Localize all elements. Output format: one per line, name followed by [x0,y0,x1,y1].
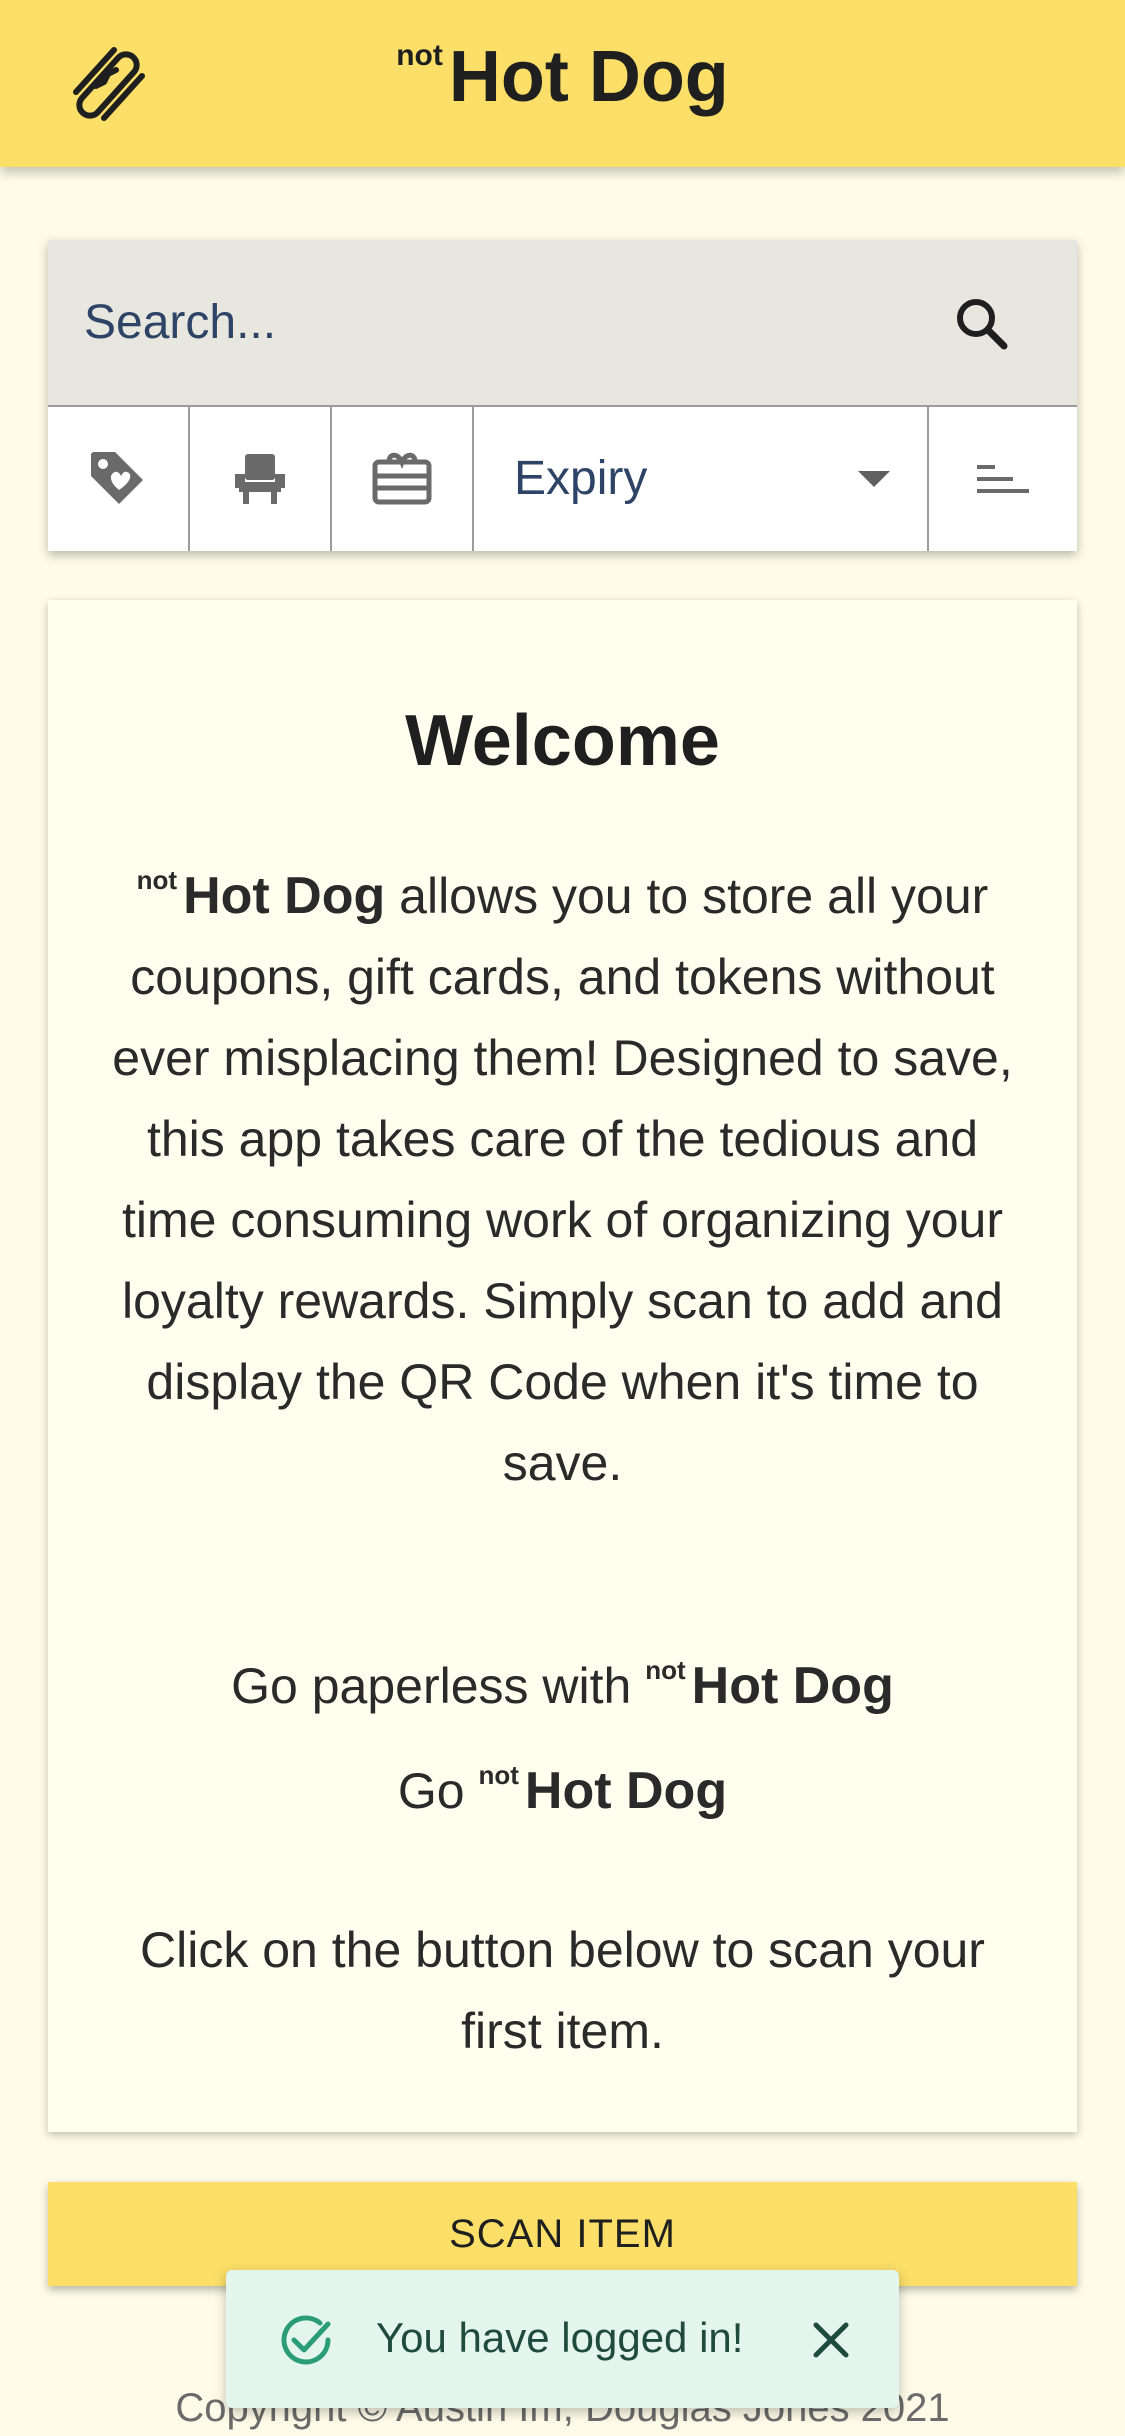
app-bar: notHot Dog [0,0,1125,167]
brand-prefix: not [645,1655,686,1685]
tag-heart-icon [91,452,143,504]
paperless-text: Go paperless with [231,1658,646,1714]
filter-tokens-button[interactable] [190,407,332,551]
intro-text: allows you to store all your coupons, gi… [112,868,1013,1491]
paperless-line: Go paperless with not Hot Dog [48,1655,1077,1716]
search-input[interactable] [84,290,944,354]
sort-select[interactable]: Expiry [474,407,929,551]
inline-brand: not Hot Dog [478,1760,728,1820]
gift-card-icon [372,452,432,505]
chevron-down-icon [858,471,890,487]
toast-message: You have logged in! [376,2314,744,2361]
login-toast: You have logged in! [226,2270,899,2408]
sort-order-button[interactable] [929,407,1077,551]
brand-name: Hot Dog [691,1657,894,1715]
go-text: Go [397,1763,479,1819]
welcome-title: Welcome [405,701,720,781]
search-icon[interactable] [948,290,1018,360]
welcome-intro: not Hot Dog allows you to store all your … [100,840,1025,1504]
close-icon[interactable] [806,2315,856,2365]
search-bar [48,240,1077,407]
search-filter-card: Expiry [48,240,1077,551]
brand-prefix: not [396,39,443,72]
filter-gift-cards-button[interactable] [332,407,474,551]
brand-prefix: not [478,1760,519,1790]
check-circle-icon [281,2315,331,2365]
filter-bar: Expiry [48,407,1077,551]
sort-value: Expiry [514,452,648,505]
filter-coupons-button[interactable] [48,407,190,551]
brand-name: Hot Dog [448,37,729,117]
brand-prefix: not [136,865,178,895]
welcome-card: Welcome not Hot Dog allows you to store a… [48,600,1077,2132]
cta-text: Click on the button below to scan your f… [140,1922,985,2059]
go-line: Go not Hot Dog [48,1760,1077,1821]
inline-brand: not Hot Dog [645,1655,894,1715]
brand-name: Hot Dog [524,1762,728,1820]
sort-order-icon [977,465,1029,493]
app-title: notHot Dog [0,36,1125,118]
brand-name: Hot Dog [183,867,386,925]
seat-icon [235,454,285,504]
inline-brand: not Hot Dog [136,865,386,925]
